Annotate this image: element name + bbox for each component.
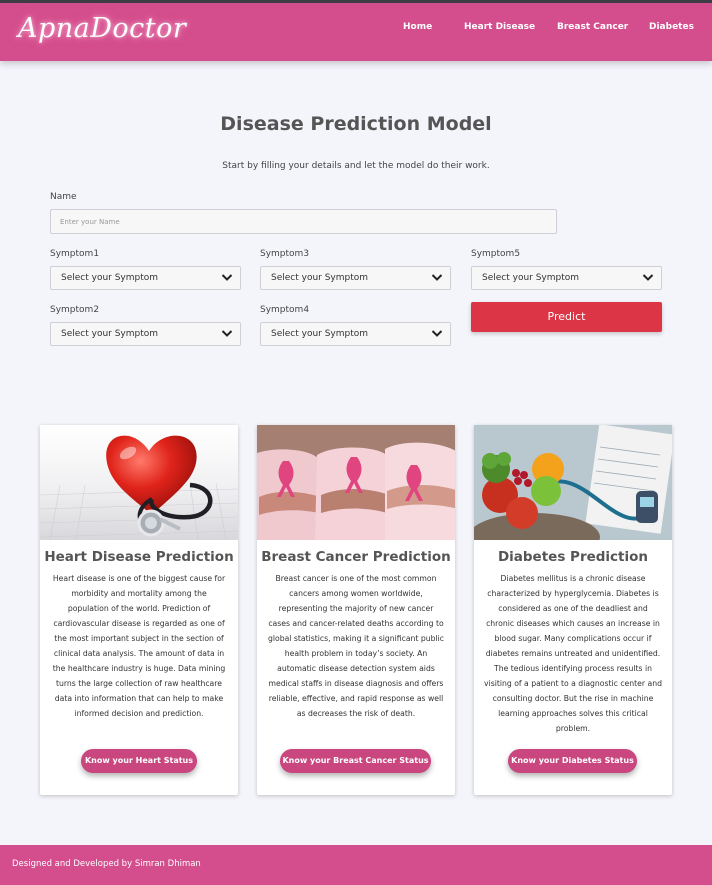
symptom2-value: Select your Symptom [61, 329, 159, 339]
chevron-down-icon [642, 274, 654, 281]
chevron-down-icon [431, 274, 443, 281]
diabetes-card-title: Diabetes Prediction [497, 549, 649, 565]
heart-disease-card: Heart Disease Prediction Heart disease i… [40, 425, 238, 795]
symptom3-label: Symptom3 [260, 249, 310, 259]
name-input[interactable] [50, 209, 557, 234]
symptom3-value: Select your Symptom [271, 273, 369, 283]
symptom1-label: Symptom1 [50, 249, 100, 259]
nav-home[interactable]: Home [403, 22, 432, 32]
symptom1-select[interactable]: Select your Symptom [50, 266, 241, 290]
page-title: Disease Prediction Model [220, 113, 492, 135]
symptom1-value: Select your Symptom [61, 273, 159, 283]
symptom4-select[interactable]: Select your Symptom [260, 322, 451, 346]
diabetes-card-text: Diabetes mellitus is a chronic disease c… [484, 574, 662, 733]
chevron-down-icon [221, 330, 233, 337]
symptom2-label: Symptom2 [50, 305, 100, 315]
symptom4-label: Symptom4 [260, 305, 310, 315]
breast-cancer-card-text: Breast cancer is one of the most common … [267, 574, 445, 718]
symptom3-select[interactable]: Select your Symptom [260, 266, 451, 290]
breast-cancer-card-title: Breast Cancer Prediction [261, 549, 451, 565]
heart-status-button[interactable]: Know your Heart Status [81, 749, 197, 773]
diabetes-card: Diabetes Prediction Diabetes mellitus is… [474, 425, 672, 795]
diabetes-status-button[interactable]: Know your Diabetes Status [508, 749, 637, 773]
symptom5-value: Select your Symptom [482, 273, 580, 283]
breast-cancer-status-button[interactable]: Know your Breast Cancer Status [280, 749, 431, 773]
breast-cancer-ribbon-image [257, 425, 455, 540]
footer-credit: Designed and Developed by Simran Dhiman [12, 859, 201, 869]
heart-card-title: Heart Disease Prediction [44, 549, 234, 565]
nav-breast-cancer[interactable]: Breast Cancer [557, 22, 628, 32]
predict-button[interactable]: Predict [471, 302, 662, 332]
symptom4-value: Select your Symptom [271, 329, 369, 339]
symptom2-select[interactable]: Select your Symptom [50, 322, 241, 346]
site-logo[interactable]: ApnaDoctor [18, 13, 186, 44]
navbar: ApnaDoctor Home Heart Disease Breast Can… [0, 3, 712, 61]
page-subtitle: Start by filling your details and let th… [222, 161, 490, 171]
heart-stethoscope-image [40, 425, 238, 540]
symptom5-label: Symptom5 [471, 249, 521, 259]
nav-heart-disease[interactable]: Heart Disease [464, 22, 535, 32]
chevron-down-icon [221, 274, 233, 281]
heart-card-text: Heart disease is one of the biggest caus… [52, 574, 226, 718]
breast-cancer-card: Breast Cancer Prediction Breast cancer i… [257, 425, 455, 795]
nav-diabetes[interactable]: Diabetes [649, 22, 694, 32]
chevron-down-icon [431, 330, 443, 337]
footer: Designed and Developed by Simran Dhiman [0, 845, 712, 885]
name-label: Name [50, 192, 77, 202]
symptom5-select[interactable]: Select your Symptom [471, 266, 662, 290]
diabetes-fruit-glucometer-image [474, 425, 672, 540]
